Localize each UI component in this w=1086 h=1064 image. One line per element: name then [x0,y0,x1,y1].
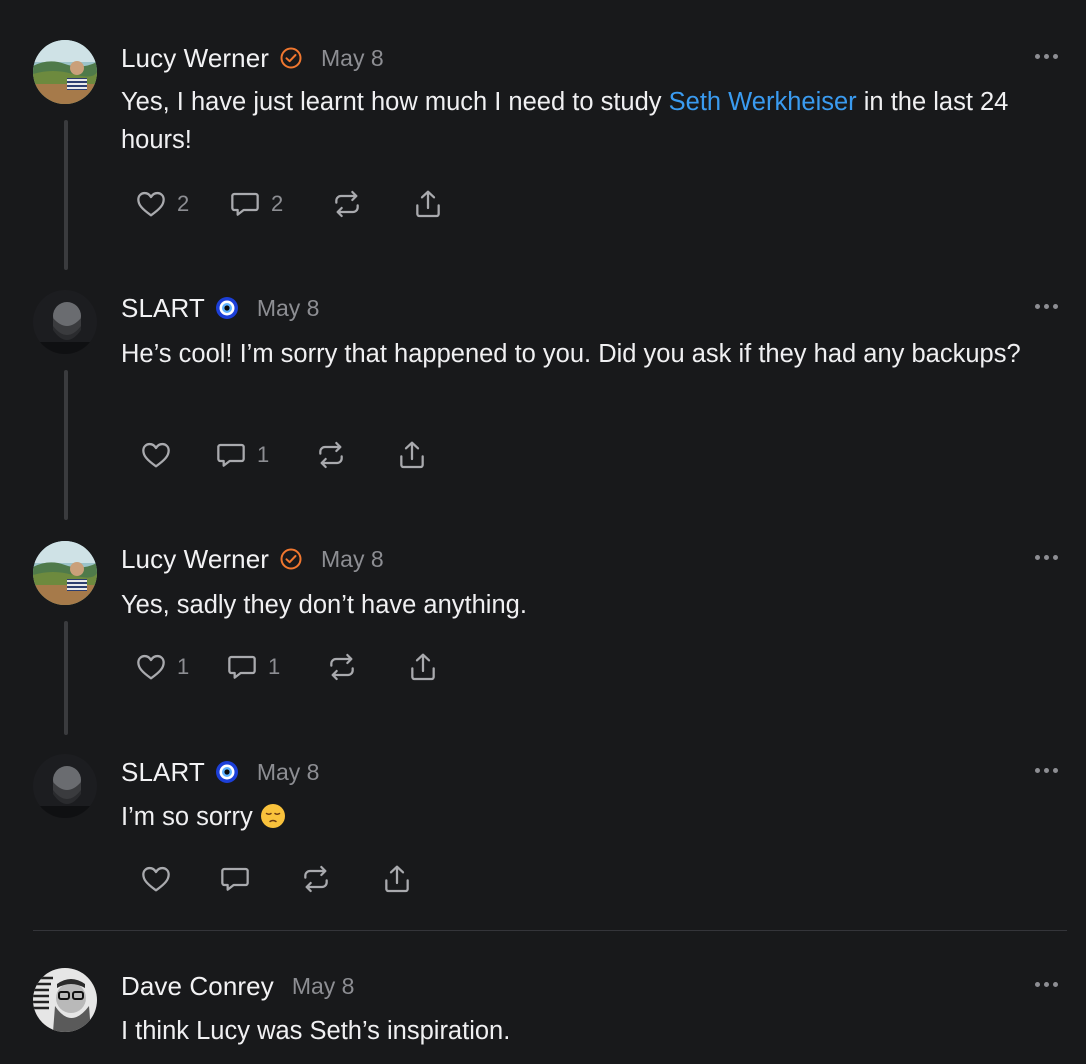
author-name[interactable]: SLART [121,757,205,788]
action-bar: 1 [0,435,700,475]
nazar-eye-icon [215,760,239,784]
restack-icon [335,190,359,218]
reply-button[interactable] [219,859,251,899]
author-name[interactable]: SLART [121,293,205,324]
share-icon [416,190,440,218]
comment-header: SLART May 8 [121,288,319,328]
comment-text: Yes, sadly they don’t have anything. [121,591,527,619]
share-button[interactable] [412,184,444,224]
reply-count: 1 [257,442,270,467]
like-count: 1 [177,654,190,679]
like-count: 2 [177,191,190,216]
comment-text-part: Yes, I have just learnt how much I need … [121,88,669,116]
restack-icon [319,441,343,469]
like-button[interactable]: 1 [135,647,189,687]
author-name[interactable]: Lucy Werner [121,43,269,74]
restack-button[interactable] [300,859,332,899]
share-button[interactable] [407,647,439,687]
restack-button[interactable] [315,435,347,475]
avatar-lucy-werner[interactable] [33,541,97,605]
nazar-eye-icon [215,296,239,320]
restack-icon [304,865,328,893]
more-options-icon[interactable] [1032,758,1060,782]
author-name[interactable]: Dave Conrey [121,971,274,1002]
orange-check-badge-icon [279,547,303,571]
comment-header: Lucy Werner May 8 [121,539,384,579]
mention-link[interactable]: Seth Werkheiser [669,88,857,116]
comment-date[interactable]: May 8 [257,295,320,322]
more-options-icon[interactable] [1032,294,1060,318]
more-options-icon[interactable] [1032,44,1060,68]
comment-header: Dave Conrey May 8 [121,966,354,1006]
like-button[interactable] [140,435,172,475]
avatar-dave-conrey[interactable] [33,968,97,1032]
heart-icon [142,866,170,892]
comment-text-part: I’m so sorry [121,803,253,831]
comment-date[interactable]: May 8 [321,546,384,573]
comment-date[interactable]: May 8 [321,45,384,72]
reply-count: 2 [271,191,284,216]
comment-bubble-icon [217,443,245,467]
share-icon [411,653,435,681]
action-bar: 2 2 [0,184,700,224]
reply-button[interactable]: 1 [226,647,280,687]
section-divider [33,930,1067,931]
heart-icon [137,654,165,680]
comment-header: Lucy Werner May 8 [121,38,384,78]
avatar-slart[interactable] [33,754,97,818]
share-button[interactable] [381,859,413,899]
avatar-slart[interactable] [33,290,97,354]
action-bar: 1 1 [0,647,700,687]
reply-button[interactable]: 2 [229,184,283,224]
pensive-face-emoji [260,802,286,828]
comment-bubble-icon [228,655,256,679]
comment-text: He’s cool! I’m sorry that happened to yo… [121,340,1021,368]
reply-count: 1 [268,654,281,679]
more-options-icon[interactable] [1032,972,1060,996]
restack-button[interactable] [331,184,363,224]
more-options-icon[interactable] [1032,545,1060,569]
like-button[interactable]: 2 [135,184,189,224]
restack-button[interactable] [326,647,358,687]
comment-bubble-icon [231,192,259,216]
comment-text: I think Lucy was Seth’s inspiration. [121,1017,511,1045]
heart-icon [142,442,170,468]
comment-text: I’m so sorry [121,798,1071,836]
avatar-lucy-werner[interactable] [33,40,97,104]
action-bar [0,859,700,899]
heart-icon [137,191,165,217]
share-button[interactable] [396,435,428,475]
comment-text: Yes, I have just learnt how much I need … [121,83,1071,159]
comment-header: SLART May 8 [121,752,319,792]
like-button[interactable] [140,859,172,899]
orange-check-badge-icon [279,46,303,70]
author-name[interactable]: Lucy Werner [121,544,269,575]
restack-icon [330,653,354,681]
comment-bubble-icon [221,867,249,891]
share-icon [385,865,409,893]
comment-date[interactable]: May 8 [292,973,355,1000]
share-icon [400,441,424,469]
comment-date[interactable]: May 8 [257,759,320,786]
reply-button[interactable]: 1 [215,435,269,475]
